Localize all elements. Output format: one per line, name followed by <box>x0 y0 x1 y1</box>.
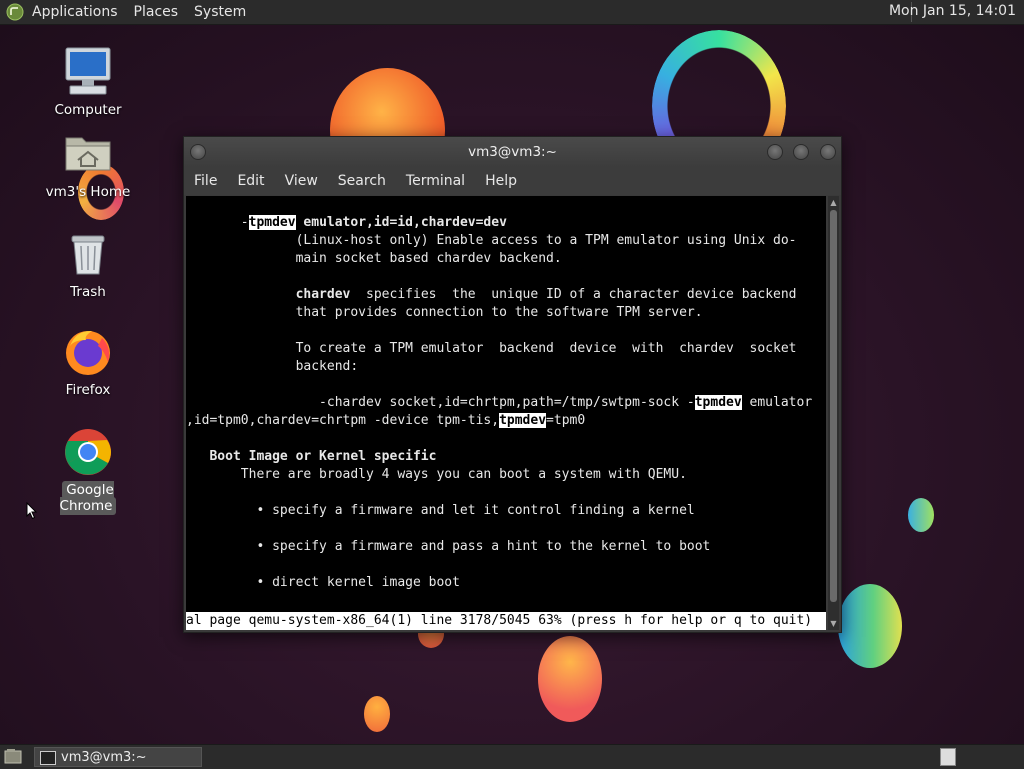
top-panel: Applications Places System Mon Jan 15, 1… <box>0 0 1024 25</box>
taskbar-item-terminal[interactable]: vm3@vm3:~ <box>34 747 202 767</box>
terminal-line: ,id=tpm0,chardev=chrtpm -device tpm-tis,… <box>186 412 826 430</box>
menu-terminal[interactable]: Terminal <box>406 173 465 189</box>
desktop-icon-label: vm3's Home <box>45 184 131 200</box>
desktop-icon-chrome[interactable]: Google Chrome <box>33 426 143 515</box>
desktop-icon-firefox[interactable]: Firefox <box>33 326 143 398</box>
desktop-icon-trash[interactable]: Trash <box>33 228 143 300</box>
show-desktop-icon[interactable] <box>4 748 22 764</box>
terminal-output[interactable]: -tpmdev emulator,id=id,chardev=dev (Linu… <box>186 196 826 612</box>
terminal-text-segment: • direct kernel image boot <box>186 575 460 590</box>
computer-icon <box>65 47 111 95</box>
bottom-panel: vm3@vm3:~ <box>0 744 1024 769</box>
clock[interactable]: Mon Jan 15, 14:01 <box>889 3 1016 19</box>
desktop-icon-label: Computer <box>54 102 122 118</box>
menu-edit[interactable]: Edit <box>237 173 264 189</box>
desktop-icon-home[interactable]: vm3's Home <box>33 128 143 200</box>
terminal-text-segment: - <box>186 215 249 230</box>
terminal-text-segment: Boot Image or Kernel specific <box>186 449 437 464</box>
menu-search[interactable]: Search <box>338 173 386 189</box>
terminal-line: main socket based chardev backend. <box>186 250 826 268</box>
window-title: vm3@vm3:~ <box>468 144 557 160</box>
terminal-text-segment: • specify a firmware and pass a hint to … <box>186 539 711 554</box>
terminal-text-segment: -chardev socket,id=chrtpm,path=/tmp/swtp… <box>186 395 695 410</box>
scroll-up-arrow-icon[interactable]: ▲ <box>829 198 838 207</box>
menu-file[interactable]: File <box>194 173 217 189</box>
search-match-highlight: tpmdev <box>694 395 742 410</box>
close-button[interactable] <box>820 144 836 160</box>
search-match-highlight: tpmdev <box>499 413 547 428</box>
firefox-icon <box>66 330 110 375</box>
terminal-text-segment: main socket based chardev backend. <box>186 251 562 266</box>
terminal-line: chardev specifies the unique ID of a cha… <box>186 286 826 304</box>
menu-help[interactable]: Help <box>485 173 517 189</box>
terminal-line: • specify a firmware and pass a hint to … <box>186 538 826 556</box>
terminal-scrollbar[interactable]: ▲ ▼ <box>828 196 839 630</box>
terminal-text-segment: chardev <box>295 287 351 302</box>
desktop-icon-label: Trash <box>70 284 106 300</box>
terminal-menu-bar: File Edit View Search Terminal Help <box>184 167 841 195</box>
mate-logo-icon[interactable] <box>6 3 24 21</box>
terminal-line: • specify a firmware and let it control … <box>186 502 826 520</box>
workspace-switcher[interactable] <box>940 748 956 766</box>
desktop-icon-label: Google Chrome <box>59 481 117 515</box>
search-match-highlight: tpmdev <box>248 215 296 230</box>
wallpaper-blob <box>838 584 902 668</box>
terminal-text-segment: To create a TPM emulator backend device … <box>186 341 797 356</box>
trash-icon <box>71 235 105 275</box>
title-bar[interactable]: vm3@vm3:~ <box>184 137 841 167</box>
window-menu-button[interactable] <box>190 144 206 160</box>
terminal-line: To create a TPM emulator backend device … <box>186 340 826 358</box>
terminal-line: backend: <box>186 358 826 376</box>
terminal-text-segment: emulator,id=id,chardev=dev <box>295 215 507 230</box>
menu-places[interactable]: Places <box>134 4 179 20</box>
terminal-line: Boot Image or Kernel specific <box>186 448 826 466</box>
desktop-icon-computer[interactable]: Computer <box>33 46 143 118</box>
home-folder-icon <box>65 137 111 171</box>
terminal-text-segment: (Linux-host only) Enable access to a TPM… <box>186 233 797 248</box>
terminal-text-segment: backend: <box>186 359 359 374</box>
terminal-text-segment: that provides connection to the software… <box>186 305 703 320</box>
terminal-text-segment: emulator <box>741 395 813 410</box>
chrome-icon <box>65 429 111 475</box>
wallpaper-blob <box>538 636 602 722</box>
terminal-icon <box>40 751 56 765</box>
desktop-icon-label: Firefox <box>65 382 111 398</box>
wallpaper-blob <box>364 696 390 732</box>
terminal-text-segment: There are broadly 4 ways you can boot a … <box>186 467 687 482</box>
terminal-text-segment: =tpm0 <box>546 413 586 428</box>
maximize-button[interactable] <box>793 144 809 160</box>
scrollbar-thumb[interactable] <box>830 210 837 602</box>
terminal-line: -chardev socket,id=chrtpm,path=/tmp/swtp… <box>186 394 826 412</box>
terminal-line: • direct kernel image boot <box>186 574 826 592</box>
pager-status-line: al page qemu-system-x86_64(1) line 3178/… <box>186 612 826 630</box>
mouse-cursor-icon <box>26 502 38 520</box>
menu-applications[interactable]: Applications <box>32 4 118 20</box>
terminal-line: -tpmdev emulator,id=id,chardev=dev <box>186 214 826 232</box>
terminal-text: -tpmdev emulator,id=id,chardev=dev (Linu… <box>186 196 826 610</box>
menu-system[interactable]: System <box>194 4 246 20</box>
terminal-text-segment: • specify a firmware and let it control … <box>186 503 695 518</box>
terminal-window[interactable]: vm3@vm3:~ File Edit View Search Terminal… <box>183 136 842 633</box>
terminal-text-segment: specifies the unique ID of a character d… <box>350 287 797 302</box>
taskbar-item-label: vm3@vm3:~ <box>61 750 147 765</box>
terminal-line: (Linux-host only) Enable access to a TPM… <box>186 232 826 250</box>
menu-view[interactable]: View <box>285 173 318 189</box>
minimize-button[interactable] <box>767 144 783 160</box>
terminal-line: that provides connection to the software… <box>186 304 826 322</box>
wallpaper-blob <box>908 498 934 532</box>
terminal-line: There are broadly 4 ways you can boot a … <box>186 466 826 484</box>
terminal-text-segment: ,id=tpm0,chardev=chrtpm -device tpm-tis, <box>186 413 500 428</box>
scroll-down-arrow-icon[interactable]: ▼ <box>829 619 838 628</box>
